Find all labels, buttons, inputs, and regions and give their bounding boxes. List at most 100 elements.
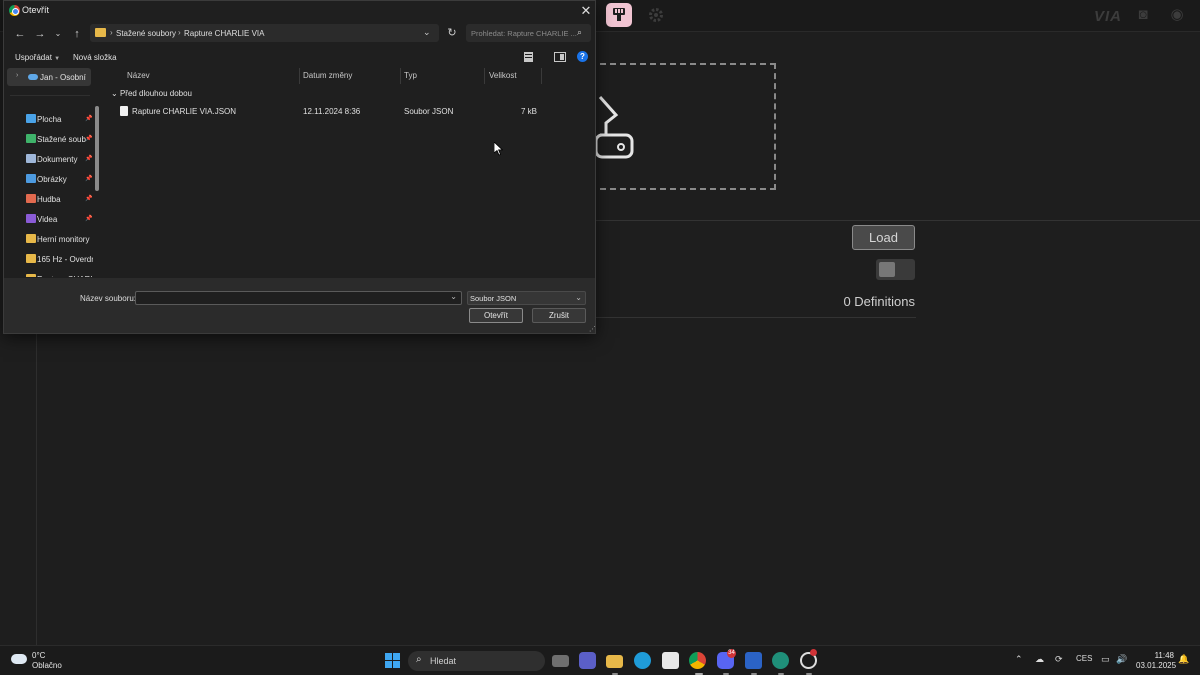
breadcrumb-item[interactable]: Rapture CHARLIE VIA bbox=[184, 29, 264, 38]
pin-icon[interactable]: 📌 bbox=[85, 195, 92, 202]
sidebar-item[interactable]: Rapture CHARLI bbox=[4, 270, 96, 277]
github-icon[interactable]: ◉ bbox=[1168, 7, 1186, 23]
tab-settings[interactable] bbox=[643, 3, 669, 27]
clock[interactable]: 11:48 03.01.2025 bbox=[1136, 651, 1177, 671]
file-explorer-icon[interactable] bbox=[606, 655, 623, 668]
sidebar-item[interactable]: Videa 📌 bbox=[4, 210, 96, 228]
discord-icon[interactable]: ◙ bbox=[1134, 7, 1152, 23]
chevron-right-icon[interactable]: › bbox=[16, 72, 18, 79]
recent-locations-button[interactable]: ⌄ bbox=[50, 26, 66, 42]
sidebar-item-label: Rapture CHARLI bbox=[37, 275, 93, 277]
toggle-switch[interactable] bbox=[876, 259, 915, 280]
cancel-button[interactable]: Zrušit bbox=[532, 308, 586, 323]
divider bbox=[596, 220, 1200, 221]
onedrive-icon[interactable]: ☁ bbox=[1035, 654, 1044, 665]
store-icon[interactable] bbox=[662, 652, 679, 669]
weather-temperature[interactable]: 0°C bbox=[32, 651, 45, 660]
new-folder-button[interactable]: Nová složka bbox=[73, 53, 117, 62]
organize-button[interactable]: Uspořádat ▼ bbox=[15, 53, 60, 62]
sidebar-item[interactable]: Herní monitory bbox=[4, 230, 96, 248]
taskbar-search[interactable]: ⌕ Hledat bbox=[408, 651, 545, 671]
filetype-value: Soubor JSON bbox=[470, 294, 517, 303]
filetype-select[interactable]: Soubor JSON ⌄ bbox=[467, 291, 586, 305]
word-icon[interactable] bbox=[745, 652, 762, 669]
video-icon bbox=[26, 214, 36, 223]
windows-logo-tile bbox=[385, 661, 392, 668]
cloud-icon[interactable] bbox=[11, 654, 27, 664]
preview-pane-icon[interactable] bbox=[554, 52, 566, 62]
chevron-down-icon[interactable]: ⌄ bbox=[450, 292, 457, 301]
command-bar: Uspořádat ▼ Nová složka ? bbox=[4, 49, 595, 65]
search-input[interactable]: Prohledat: Rapture CHARLIE ... ⌕ bbox=[466, 24, 591, 42]
brush-icon bbox=[613, 8, 625, 21]
file-row[interactable]: Rapture CHARLIE VIA.JSON 12.11.2024 8:36… bbox=[111, 104, 551, 120]
sidebar-item[interactable]: Dokumenty 📌 bbox=[4, 150, 96, 168]
sidebar-item[interactable]: Plocha 📌 bbox=[4, 110, 96, 128]
tab-configure[interactable] bbox=[606, 3, 632, 27]
chevron-down-icon[interactable]: ⌄ bbox=[423, 27, 431, 38]
column-header-size[interactable]: Velikost bbox=[489, 71, 517, 80]
column-divider[interactable] bbox=[484, 68, 485, 84]
file-date: 12.11.2024 8:36 bbox=[303, 107, 361, 116]
open-button[interactable]: Otevřít bbox=[469, 308, 523, 323]
clock-date: 03.01.2025 bbox=[1136, 661, 1177, 670]
notification-badge: 34 bbox=[727, 649, 736, 658]
start-button[interactable] bbox=[385, 653, 400, 668]
chevron-right-icon: › bbox=[178, 28, 181, 37]
help-icon[interactable]: ? bbox=[577, 51, 588, 62]
pin-icon[interactable]: 📌 bbox=[85, 175, 92, 182]
app-icon[interactable] bbox=[772, 652, 789, 669]
toggle-knob bbox=[879, 262, 895, 277]
column-divider[interactable] bbox=[400, 68, 401, 84]
load-button[interactable]: Load bbox=[852, 225, 915, 250]
pin-icon[interactable]: 📌 bbox=[85, 215, 92, 222]
up-button[interactable]: ↑ bbox=[69, 26, 85, 42]
chevron-up-icon[interactable]: ⌃ bbox=[1015, 654, 1023, 665]
address-bar[interactable]: › Stažené soubory › Rapture CHARLIE VIA … bbox=[90, 24, 439, 42]
column-header-date[interactable]: Datum změny bbox=[303, 71, 352, 80]
filename-input[interactable]: ⌄ bbox=[135, 291, 462, 305]
sidebar-item[interactable]: Obrázky 📌 bbox=[4, 170, 96, 188]
column-header-type[interactable]: Typ bbox=[404, 71, 417, 80]
view-options-icon[interactable] bbox=[524, 52, 536, 62]
breadcrumb-item[interactable]: Stažené soubory bbox=[116, 29, 176, 38]
bell-icon[interactable]: 🔔 bbox=[1178, 654, 1189, 665]
language-indicator[interactable]: CES bbox=[1076, 654, 1092, 663]
sidebar-item-label: 165 Hz - Overdr bbox=[37, 255, 93, 264]
keyboard-upload-icon bbox=[596, 96, 634, 159]
chrome-icon[interactable] bbox=[689, 652, 706, 669]
sidebar-item[interactable]: Stažené soub 📌 bbox=[4, 130, 96, 148]
column-divider[interactable] bbox=[299, 68, 300, 84]
sidebar-item[interactable]: Hudba 📌 bbox=[4, 190, 96, 208]
column-divider[interactable] bbox=[541, 68, 542, 84]
dialog-footer: Název souboru: ⌄ Soubor JSON ⌄ Otevřít Z… bbox=[4, 278, 596, 333]
pin-icon[interactable]: 📌 bbox=[85, 115, 92, 122]
sidebar-item-label: Jan - Osobní bbox=[40, 73, 86, 82]
network-icon[interactable]: ▭ bbox=[1101, 654, 1110, 665]
group-header[interactable]: ⌄ Před dlouhou dobou bbox=[111, 89, 192, 98]
back-button[interactable]: ← bbox=[12, 26, 28, 42]
column-header-name[interactable]: Název bbox=[127, 71, 150, 80]
chevron-right-icon: › bbox=[110, 28, 113, 37]
mouse-cursor-icon bbox=[494, 142, 503, 156]
sidebar-item[interactable]: 165 Hz - Overdr bbox=[4, 250, 96, 268]
navigation-scrollbar[interactable] bbox=[95, 106, 99, 191]
forward-button[interactable]: → bbox=[32, 26, 48, 42]
pin-icon[interactable]: 📌 bbox=[85, 155, 92, 162]
close-icon: ✕ bbox=[580, 3, 592, 18]
chevron-down-icon: ⌄ bbox=[111, 89, 118, 98]
sidebar-item-onedrive[interactable]: › Jan - Osobní bbox=[7, 68, 91, 86]
open-file-dialog: Otevřít ✕ ← → ⌄ ↑ › Stažené soubory › Ra… bbox=[3, 0, 596, 334]
weather-description[interactable]: Oblačno bbox=[32, 661, 62, 670]
sync-icon[interactable]: ⟳ bbox=[1055, 654, 1063, 665]
chrome-icon bbox=[9, 5, 20, 16]
resize-grip-icon[interactable]: ⋰ bbox=[589, 325, 596, 333]
volume-icon[interactable]: 🔊 bbox=[1116, 654, 1127, 665]
refresh-button[interactable]: ↻ bbox=[444, 25, 460, 41]
windows-logo-tile bbox=[393, 653, 400, 660]
close-button[interactable]: ✕ bbox=[577, 2, 595, 19]
task-view-icon[interactable] bbox=[552, 655, 569, 667]
pin-icon[interactable]: 📌 bbox=[85, 135, 92, 142]
teams-icon[interactable] bbox=[579, 652, 596, 669]
edge-icon[interactable] bbox=[634, 652, 651, 669]
